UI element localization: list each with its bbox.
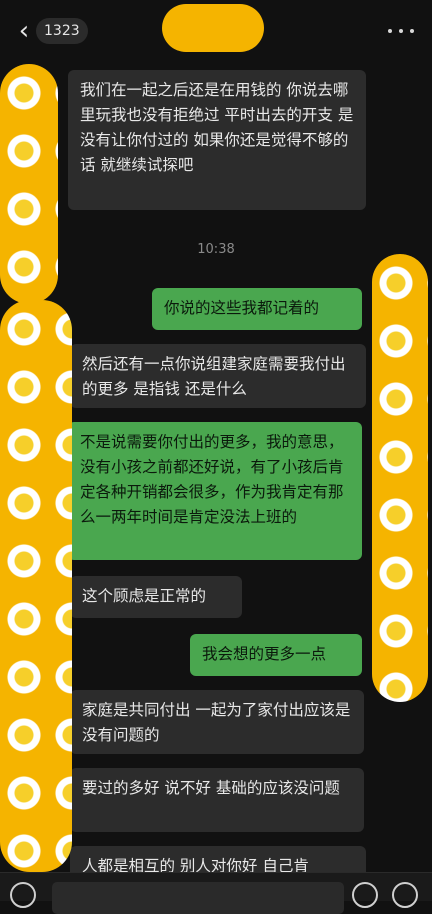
message-input[interactable]	[52, 882, 344, 914]
avatar-redaction-left-top	[0, 64, 58, 304]
message-bubble[interactable]: 然后还有一点你说组建家庭需要我付出的更多 是指钱 还是什么	[70, 344, 366, 408]
more-dot-icon	[399, 29, 403, 33]
more-dot-icon	[388, 29, 392, 33]
back-chevron-icon[interactable]: ‹	[10, 16, 38, 46]
message-bubble[interactable]: 要过的多好 说不好 基础的应该没问题	[70, 768, 364, 832]
message-bubble[interactable]: 你说的这些我都记着的	[152, 288, 362, 330]
message-bubble[interactable]: 家庭是共同付出 一起为了家付出应该是没有问题的	[70, 690, 364, 754]
message-bubble[interactable]: 我会想的更多一点	[190, 634, 362, 676]
more-dot-icon	[410, 29, 414, 33]
unread-count-badge[interactable]: 1323	[36, 18, 88, 44]
message-bubble[interactable]: 我们在一起之后还是在用钱的 你说去哪里玩我也没有拒绝过 平时出去的开支 是没有让…	[68, 70, 366, 210]
message-bubble[interactable]: 这个顾虑是正常的	[70, 576, 242, 618]
more-options-icon[interactable]	[388, 22, 414, 40]
title-redaction	[162, 4, 264, 52]
emoji-icon[interactable]	[352, 882, 378, 908]
time-divider: 10:38	[197, 242, 235, 257]
voice-input-icon[interactable]	[10, 882, 36, 908]
message-bubble[interactable]: 不是说需要你付出的更多，我的意思，没有小孩之前都还好说，有了小孩后肯定各种开销都…	[68, 422, 362, 560]
avatar-redaction-right	[372, 254, 428, 702]
plus-icon[interactable]	[392, 882, 418, 908]
avatar-redaction-left	[0, 300, 72, 872]
